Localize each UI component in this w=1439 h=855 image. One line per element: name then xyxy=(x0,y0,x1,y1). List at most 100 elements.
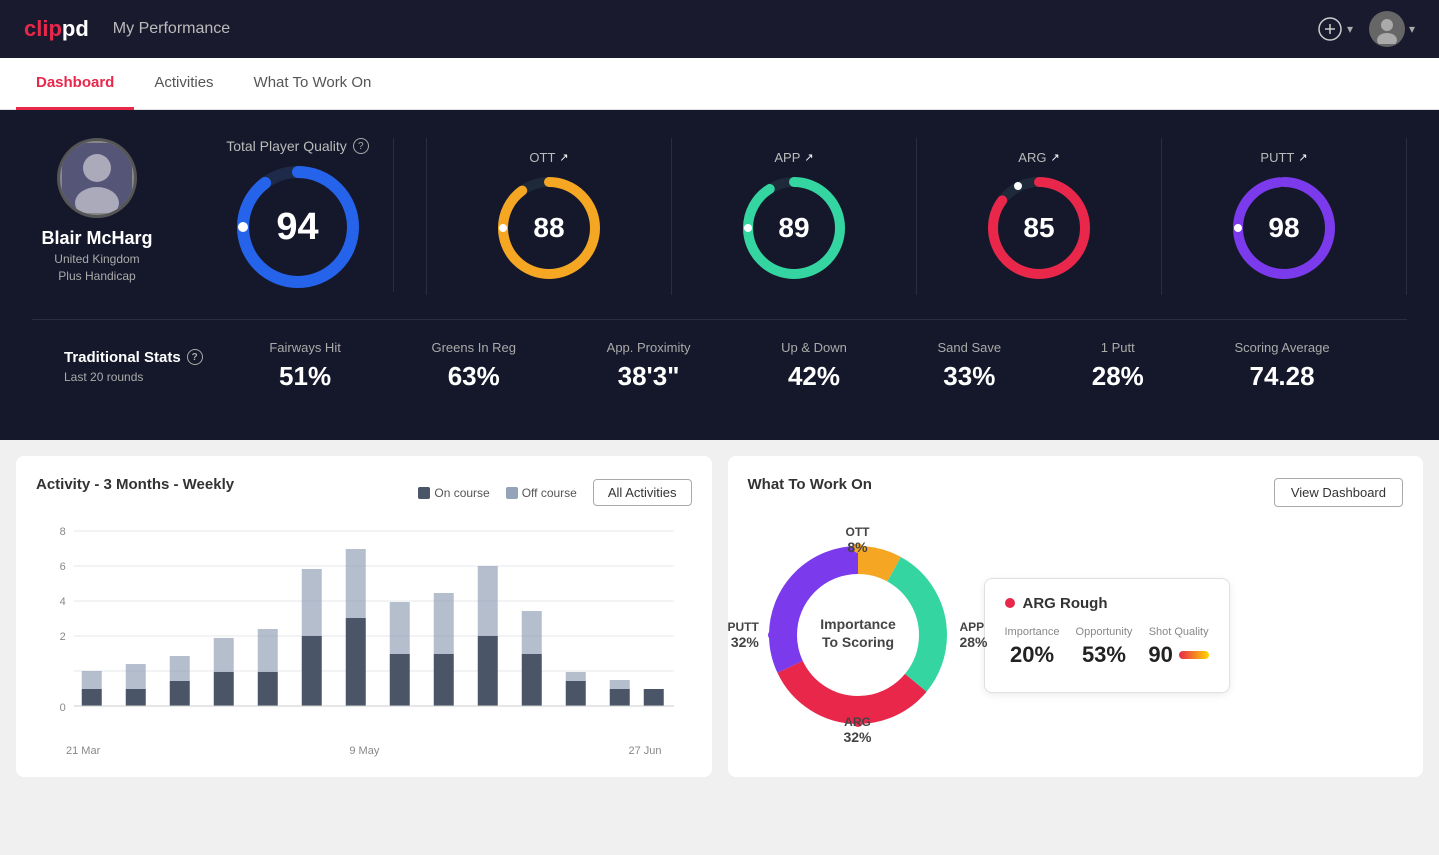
svg-text:To Scoring: To Scoring xyxy=(821,634,893,650)
app-gauge: 89 xyxy=(739,173,849,283)
svg-text:2: 2 xyxy=(60,631,66,643)
stat-fairways-label: Fairways Hit xyxy=(269,340,341,355)
app-value: 89 xyxy=(778,212,809,244)
app-donut-label: APP 28% xyxy=(959,620,987,650)
stats-label-group: Traditional Stats ? Last 20 rounds xyxy=(64,349,224,384)
importance-val: 20% xyxy=(1005,642,1060,668)
stat-1putt: 1 Putt 28% xyxy=(1092,340,1144,392)
metric-app: APP ↗ 89 xyxy=(672,138,917,295)
perf-top: Blair McHarg United Kingdom Plus Handica… xyxy=(32,138,1407,295)
metrics-row: OTT ↗ 88 APP ↗ xyxy=(426,138,1407,295)
arg-arrow: ↗ xyxy=(1050,151,1059,164)
stats-title: Traditional Stats ? xyxy=(64,349,224,366)
ott-donut-label: OTT 8% xyxy=(846,525,870,555)
wtwo-content: Importance To Scoring OTT 8% xyxy=(748,525,1404,745)
tpq-value: 94 xyxy=(276,206,318,249)
bottom-panels: Activity - 3 Months - Weekly On course O… xyxy=(0,440,1439,793)
shotquality-label: Shot Quality xyxy=(1148,626,1208,638)
info-metric-importance: Importance 20% xyxy=(1005,626,1060,668)
info-card-title: ARG Rough xyxy=(1005,595,1209,612)
tab-activities[interactable]: Activities xyxy=(134,58,233,110)
performance-banner: Blair McHarg United Kingdom Plus Handica… xyxy=(0,110,1439,440)
player-country: United Kingdom xyxy=(54,252,139,266)
info-dot xyxy=(1005,598,1015,608)
svg-text:8: 8 xyxy=(60,526,66,538)
stat-updown-val: 42% xyxy=(781,361,847,392)
svg-text:0: 0 xyxy=(60,702,66,714)
info-metric-shotquality: Shot Quality 90 xyxy=(1148,626,1208,668)
chart-area: 8 6 4 2 0 xyxy=(36,521,692,741)
stats-help-icon[interactable]: ? xyxy=(187,349,203,365)
quality-bar xyxy=(1179,651,1209,659)
shotquality-val: 90 xyxy=(1148,642,1172,668)
stats-row: Traditional Stats ? Last 20 rounds Fairw… xyxy=(32,319,1407,412)
info-metrics: Importance 20% Opportunity 53% Shot Qual… xyxy=(1005,626,1209,668)
tpq-gauge: 94 xyxy=(233,162,363,292)
ott-gauge: 88 xyxy=(494,173,604,283)
arg-label: ARG ↗ xyxy=(1018,150,1059,165)
x-label-1: 21 Mar xyxy=(66,745,100,757)
legend-on-course: On course xyxy=(418,486,489,500)
chart-title: Activity - 3 Months - Weekly xyxy=(36,476,234,493)
opportunity-label: Opportunity xyxy=(1076,626,1133,638)
player-avatar xyxy=(57,138,137,218)
stat-greens-val: 63% xyxy=(431,361,516,392)
putt-arrow: ↗ xyxy=(1298,151,1307,164)
tab-dashboard[interactable]: Dashboard xyxy=(16,58,134,110)
view-dashboard-button[interactable]: View Dashboard xyxy=(1274,478,1403,507)
putt-gauge: 98 xyxy=(1229,173,1339,283)
legend-off-course: Off course xyxy=(506,486,577,500)
putt-label: PUTT ↗ xyxy=(1260,150,1307,165)
ott-label: OTT ↗ xyxy=(529,150,568,165)
stat-fairways-val: 51% xyxy=(269,361,341,392)
tab-what-to-work-on[interactable]: What To Work On xyxy=(234,58,392,110)
wtwo-header: What To Work On View Dashboard xyxy=(748,476,1404,509)
stat-1putt-val: 28% xyxy=(1092,361,1144,392)
svg-text:6: 6 xyxy=(60,561,66,573)
stat-proximity-label: App. Proximity xyxy=(607,340,691,355)
arg-value: 85 xyxy=(1023,212,1054,244)
stat-greens-label: Greens In Reg xyxy=(431,340,516,355)
metric-ott: OTT ↗ 88 xyxy=(427,138,672,295)
stat-sandsave: Sand Save 33% xyxy=(938,340,1002,392)
stat-proximity-val: 38'3" xyxy=(607,361,691,392)
wtwo-panel: What To Work On View Dashboard xyxy=(728,456,1424,777)
all-activities-button[interactable]: All Activities xyxy=(593,479,692,506)
stats-items: Fairways Hit 51% Greens In Reg 63% App. … xyxy=(224,340,1375,392)
stat-1putt-label: 1 Putt xyxy=(1092,340,1144,355)
stat-proximity: App. Proximity 38'3" xyxy=(607,340,691,392)
header-right: ▾ ▾ xyxy=(1317,11,1415,47)
logo-text: clippd xyxy=(24,16,89,42)
profile-button[interactable]: ▾ xyxy=(1369,11,1415,47)
legend-on-dot xyxy=(418,487,430,499)
tpq-help-icon[interactable]: ? xyxy=(353,138,369,154)
app-arrow: ↗ xyxy=(804,151,813,164)
ott-arrow: ↗ xyxy=(559,151,568,164)
importance-label: Importance xyxy=(1005,626,1060,638)
metric-arg: ARG ↗ 85 xyxy=(917,138,1162,295)
metric-putt: PUTT ↗ 98 xyxy=(1162,138,1407,295)
logo[interactable]: clippd xyxy=(24,16,89,42)
svg-text:4: 4 xyxy=(60,596,66,608)
player-handicap: Plus Handicap xyxy=(58,269,135,283)
wtwo-title: What To Work On xyxy=(748,476,872,493)
tpq-label: Total Player Quality ? xyxy=(226,138,369,154)
stat-scoring-label: Scoring Average xyxy=(1234,340,1329,355)
stat-updown-label: Up & Down xyxy=(781,340,847,355)
header-left: clippd My Performance xyxy=(24,16,230,42)
arg-donut-label: ARG 32% xyxy=(843,715,871,745)
stat-scoring: Scoring Average 74.28 xyxy=(1234,340,1329,392)
legend-off-dot xyxy=(506,487,518,499)
add-button[interactable]: ▾ xyxy=(1317,16,1353,42)
player-name: Blair McHarg xyxy=(41,228,152,249)
chart-x-labels: 21 Mar 9 May 27 Jun xyxy=(36,745,692,757)
activity-panel: Activity - 3 Months - Weekly On course O… xyxy=(16,456,712,777)
putt-value: 98 xyxy=(1268,212,1299,244)
stat-sandsave-val: 33% xyxy=(938,361,1002,392)
add-chevron: ▾ xyxy=(1347,22,1353,36)
arg-gauge: 85 xyxy=(984,173,1094,283)
stat-scoring-val: 74.28 xyxy=(1234,361,1329,392)
putt-donut-label: PUTT 32% xyxy=(728,620,759,650)
profile-chevron: ▾ xyxy=(1409,22,1415,36)
stats-subtitle: Last 20 rounds xyxy=(64,370,224,384)
